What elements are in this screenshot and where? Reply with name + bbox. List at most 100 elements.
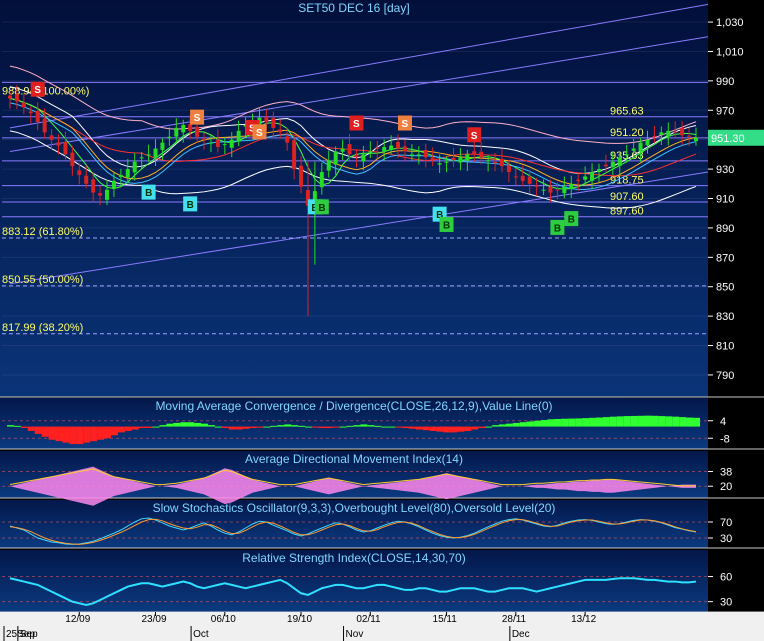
axis-bg-adx	[708, 451, 764, 498]
macd-bar	[353, 425, 361, 427]
macd-bar	[415, 426, 423, 430]
macd-bar	[568, 418, 576, 427]
last-price-label: 951.30	[711, 133, 745, 145]
x-month-label: Dec	[512, 629, 530, 640]
y-tick-label: 910	[716, 194, 734, 206]
macd-bar	[13, 425, 21, 427]
y-tick-label: 810	[716, 341, 734, 353]
macd-bar	[609, 416, 617, 427]
macd-bar	[595, 417, 603, 427]
candle-body	[610, 161, 615, 168]
candle-body	[181, 124, 186, 133]
candle-body	[56, 142, 61, 146]
macd-bar	[20, 426, 28, 429]
candle-body	[292, 140, 297, 170]
candle-body	[541, 189, 546, 191]
chart-canvas: 1,0301,010990970950930910890870850830810…	[0, 0, 764, 641]
macd-bar	[526, 421, 534, 427]
sell-signal-label: S	[34, 85, 41, 96]
x-tick-label: 12/09	[65, 614, 90, 625]
candle-body	[513, 176, 518, 178]
y-tick-label: 60	[720, 572, 732, 584]
y-tick-label: 790	[716, 370, 734, 382]
macd-bar	[221, 426, 229, 429]
macd-bar	[395, 426, 403, 428]
axis-bg-rsi	[708, 550, 764, 612]
candle-body	[576, 179, 581, 181]
macd-bar	[159, 425, 167, 427]
macd-bar	[471, 426, 479, 430]
macd-bar	[325, 426, 333, 429]
candle-body	[70, 152, 75, 167]
x-tick-label: 23/09	[142, 614, 167, 625]
candle-body	[437, 163, 442, 165]
macd-bar	[207, 425, 215, 427]
candle-body	[361, 154, 366, 162]
y-tick-label: 890	[716, 223, 734, 235]
macd-bar	[69, 426, 77, 445]
candle-body	[222, 144, 227, 146]
macd-bar	[332, 426, 340, 428]
candle-body	[555, 189, 560, 191]
x-tick-label: 19/10	[287, 614, 312, 625]
candle-body	[617, 157, 622, 166]
candle-body	[14, 94, 19, 102]
candle-body	[451, 157, 456, 161]
candle-body	[208, 142, 213, 144]
candle-body	[299, 165, 304, 187]
macd-bar	[34, 426, 42, 434]
candle-body	[49, 135, 54, 140]
macd-bar	[658, 416, 666, 427]
macd-bar	[401, 426, 409, 429]
macd-bar	[117, 426, 125, 433]
buy-signal-label: B	[568, 215, 575, 226]
macd-bar	[554, 419, 562, 427]
macd-bar	[665, 416, 673, 427]
macd-bar	[194, 422, 202, 427]
candle-body	[382, 147, 387, 152]
macd-bar	[110, 426, 118, 436]
candle-body	[687, 135, 692, 137]
candle-body	[638, 142, 643, 152]
macd-bar	[270, 425, 278, 427]
candle-body	[174, 127, 179, 137]
candle-body	[285, 136, 290, 143]
buy-signal-label: B	[187, 200, 194, 211]
macd-bar	[242, 426, 250, 429]
candle-body	[680, 127, 685, 136]
macd-bar	[228, 426, 236, 430]
candle-body	[603, 164, 608, 167]
y-tick-label: 4	[720, 416, 726, 428]
sell-signal-label: S	[401, 119, 408, 130]
candle-body	[527, 176, 532, 184]
x-tick-label: 28/11	[502, 614, 527, 625]
candle-body	[375, 147, 380, 149]
y-tick-label: 1,010	[716, 46, 744, 58]
candle-body	[396, 141, 401, 149]
macd-bar	[152, 426, 160, 428]
candle-body	[479, 151, 484, 158]
macd-bar	[478, 426, 486, 429]
y-tick-label: 930	[716, 164, 734, 176]
macd-bar	[76, 426, 84, 445]
candle-body	[430, 157, 435, 161]
candle-body	[562, 186, 567, 194]
candle-body	[139, 157, 144, 159]
macd-bar	[686, 417, 694, 427]
macd-bar	[575, 418, 583, 427]
x-tick-label: 06/10	[211, 614, 236, 625]
candle-body	[652, 135, 657, 137]
candle-body	[340, 148, 345, 152]
macd-bar	[298, 425, 306, 427]
candle-body	[548, 186, 553, 193]
macd-bar	[582, 418, 590, 427]
y-tick-label: 990	[716, 76, 734, 88]
y-tick-label: 970	[716, 105, 734, 117]
candle-body	[91, 179, 96, 193]
candle-body	[590, 172, 595, 181]
macd-bar	[498, 424, 506, 427]
fib-label: 883.12 (61.80%)	[2, 226, 83, 238]
macd-bar	[547, 419, 555, 427]
candle-body	[264, 117, 269, 123]
macd-bar	[235, 426, 243, 430]
